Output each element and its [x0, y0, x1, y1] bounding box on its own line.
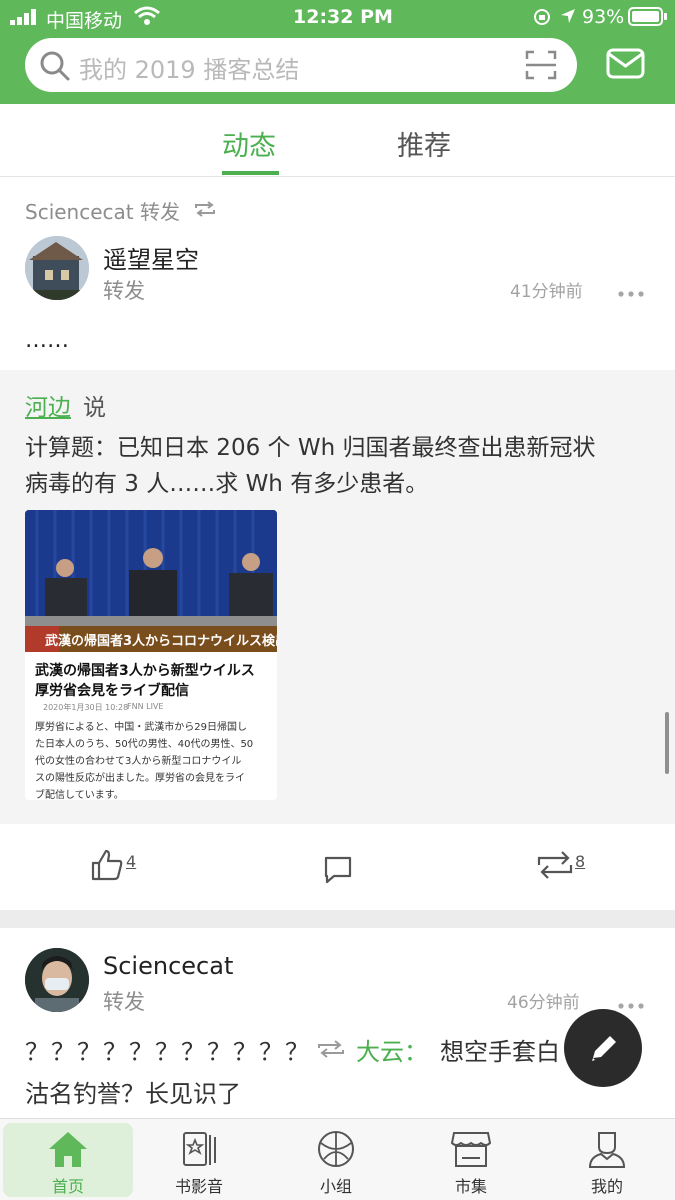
quoted-text-line2: 病毒的有 3 人……求 Wh 有多少患者。: [25, 471, 429, 497]
rotation-lock-icon: [533, 8, 551, 30]
top-header: 中国移动 12:32 PM 93% 我的 2019 播客总结: [0, 0, 675, 104]
repost-count: 8: [575, 852, 586, 871]
quoted-text: 想空手套白: [440, 1038, 560, 1066]
like-count: 4: [126, 852, 137, 871]
shop-icon: [450, 1132, 492, 1167]
quoted-status[interactable]: 河边 说 计算题：已知日本 206 个 Wh 归国者最终查出患新冠状 病毒的有 …: [0, 370, 675, 824]
feed-tabs: 动态 推荐: [0, 104, 675, 177]
post-action: 转发: [103, 990, 145, 1014]
profile-icon: [588, 1132, 626, 1168]
nav-groups[interactable]: 小组: [271, 1123, 401, 1197]
preview-headline-2: 厚労省会見をライブ配信: [35, 683, 189, 699]
post-divider: [0, 910, 675, 928]
home-icon: [49, 1132, 87, 1167]
repost-icon: [193, 199, 217, 223]
bottom-navigation: 首页 书影音 小组 市集 我的: [0, 1118, 675, 1200]
repost-button[interactable]: 8: [536, 848, 596, 888]
search-icon: [39, 50, 71, 86]
post-author[interactable]: Sciencecat: [103, 952, 233, 980]
post-text-line2: 沽名钓誉？长见识了: [25, 1080, 241, 1108]
nav-label: 我的: [590, 1177, 623, 1196]
signal-icon: [10, 9, 40, 25]
tab-following[interactable]: 动态: [222, 124, 276, 163]
message-icon[interactable]: [606, 48, 646, 84]
more-options-icon[interactable]: [618, 994, 644, 1013]
search-bar[interactable]: 我的 2019 播客总结: [25, 38, 577, 92]
preview-source: FNN LIVE: [127, 702, 164, 711]
post-text: ？？？？？？？？？？？: [25, 1038, 311, 1066]
post-author[interactable]: 遥望星空: [103, 240, 199, 275]
nav-media[interactable]: 书影音: [134, 1123, 264, 1197]
preview-body-line: スの陽性反応が出ました。厚労省の会見をライ: [35, 773, 245, 784]
comment-icon[interactable]: [322, 854, 354, 890]
book-movie-icon: [183, 1132, 216, 1166]
nav-label: 书影音: [174, 1177, 223, 1196]
repost-icon: [316, 1038, 346, 1064]
post-time: 41分钟前: [510, 282, 583, 302]
compose-button[interactable]: [564, 1009, 642, 1087]
location-icon: [560, 8, 576, 28]
preview-image: 武漢の帰国者3人からコロナウイルス検出: [25, 510, 277, 652]
active-tab-indicator: [222, 171, 279, 175]
preview-body-line: 代の女性の合わせて3人から新型コロナウイル: [35, 756, 242, 767]
quoted-text-line1: 计算题：已知日本 206 个 Wh 归国者最终查出患新冠状: [25, 435, 596, 461]
nav-label: 小组: [319, 1177, 352, 1196]
nav-profile[interactable]: 我的: [542, 1123, 672, 1197]
avatar[interactable]: [25, 948, 89, 1012]
preview-banner: 武漢の帰国者3人からコロナウイルス検出: [45, 634, 277, 649]
quoted-author[interactable]: 大云：: [356, 1032, 428, 1067]
wifi-icon: [134, 6, 160, 30]
post-comment: ……: [25, 328, 69, 353]
nav-label: 首页: [51, 1177, 84, 1196]
groups-icon: [318, 1131, 354, 1167]
carrier-label: 中国移动: [46, 10, 123, 32]
preview-body-line: 厚労省によると、中国・武漢市から29日帰国し: [35, 722, 248, 733]
repost-attribution: Sciencecat 转发: [25, 200, 180, 224]
pencil-icon: [587, 1031, 621, 1069]
preview-headline-1: 武漢の帰国者3人から新型ウイルス: [35, 663, 255, 679]
scrollbar[interactable]: [665, 712, 669, 774]
preview-date: 2020年1月30日 10:28: [43, 703, 129, 712]
tab-recommended[interactable]: 推荐: [397, 124, 451, 163]
preview-body-line: た日本人のうち、50代の男性、40代の男性、50: [35, 739, 254, 750]
more-options-icon[interactable]: [618, 282, 644, 301]
link-preview[interactable]: 武漢の帰国者3人からコロナウイルス検出 武漢の帰国者3人から新型ウイルス 厚労省…: [25, 510, 277, 800]
scan-icon[interactable]: [525, 50, 557, 84]
post-action: 转发: [103, 279, 145, 303]
like-button[interactable]: 4: [90, 848, 150, 888]
quoted-says: 说: [83, 395, 106, 421]
quoted-author[interactable]: 河边: [25, 388, 71, 422]
nav-market[interactable]: 市集: [406, 1123, 536, 1197]
battery-percent: 93%: [582, 6, 625, 28]
search-input[interactable]: 我的 2019 播客总结: [79, 50, 299, 85]
preview-body-line: ブ配信しています。: [35, 790, 124, 800]
nav-home[interactable]: 首页: [3, 1123, 133, 1197]
avatar[interactable]: [25, 236, 89, 300]
feed-post: Sciencecat 转发 遥望星空 转发 41分钟前 …… 河边 说 计算题：…: [0, 178, 675, 910]
clock: 12:32 PM: [293, 6, 393, 28]
battery-icon: [628, 7, 668, 31]
nav-label: 市集: [454, 1177, 487, 1196]
post-time: 46分钟前: [507, 993, 580, 1013]
